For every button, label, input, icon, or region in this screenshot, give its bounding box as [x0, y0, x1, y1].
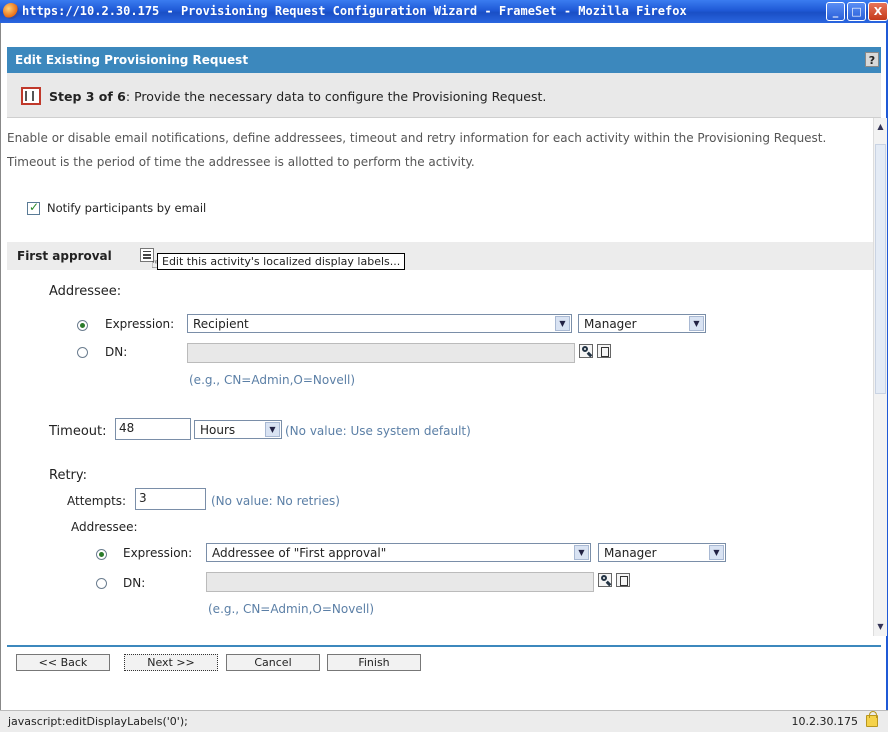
step-description: Step 3 of 6: Provide the necessary data … — [49, 89, 546, 104]
retry-expression-select[interactable]: Addressee of "First approval" ▼ — [206, 543, 591, 562]
lock-icon[interactable] — [866, 711, 878, 727]
footer-divider — [7, 645, 881, 647]
status-host: 10.2.30.175 — [791, 715, 858, 728]
retry-dn-label: DN: — [123, 576, 146, 590]
addressee-label: Addressee: — [49, 284, 122, 299]
chevron-down-icon: ▼ — [689, 316, 704, 331]
notify-checkbox[interactable] — [27, 200, 40, 215]
step-bar: Step 3 of 6: Provide the necessary data … — [7, 73, 881, 118]
description-text: Enable or disable email notifications, d… — [7, 131, 827, 169]
status-text: javascript:editDisplayLabels('0'); — [8, 715, 188, 728]
attempts-label: Attempts: — [67, 494, 127, 508]
expression-type-value: Manager — [584, 317, 637, 331]
page-title: Edit Existing Provisioning Request — [15, 53, 249, 67]
attempts-input[interactable]: 3 — [135, 488, 206, 510]
retry-expression-radio[interactable] — [96, 549, 107, 560]
activity-section-header: First approval ☝ — [7, 242, 873, 272]
back-button[interactable]: << Back — [16, 654, 110, 671]
help-button[interactable]: ? — [865, 52, 879, 67]
scroll-down-icon[interactable]: ▼ — [874, 620, 887, 634]
retry-dn-hint: (e.g., CN=Admin,O=Novell) — [208, 602, 375, 616]
content-area: Enable or disable email notifications, d… — [7, 118, 873, 634]
history-icon[interactable] — [597, 344, 611, 358]
chevron-down-icon: ▼ — [555, 316, 570, 331]
vertical-scrollbar[interactable]: ▲ ▼ — [873, 118, 887, 636]
history-icon[interactable] — [616, 573, 630, 587]
wizard-step-icon — [21, 87, 41, 105]
finish-button[interactable]: Finish — [327, 654, 421, 671]
page-header: Edit Existing Provisioning Request ? — [7, 47, 881, 73]
attempts-hint: (No value: No retries) — [211, 494, 340, 508]
timeout-unit-value: Hours — [200, 423, 236, 437]
minimize-button[interactable]: _ — [826, 2, 845, 21]
retry-expression-type-value: Manager — [604, 546, 657, 560]
timeout-input[interactable]: 48 — [115, 418, 191, 440]
timeout-label: Timeout: — [49, 424, 107, 439]
tooltip: Edit this activity's localized display l… — [157, 253, 406, 270]
retry-addressee-label: Addressee: — [71, 520, 138, 534]
expression-label: Expression: — [105, 317, 175, 331]
scroll-up-icon[interactable]: ▲ — [874, 120, 887, 134]
retry-label: Retry: — [49, 468, 88, 483]
dn-radio[interactable] — [77, 347, 88, 358]
dn-input[interactable] — [187, 343, 575, 363]
maximize-button[interactable]: □ — [847, 2, 866, 21]
retry-expression-type-select[interactable]: Manager ▼ — [598, 543, 726, 562]
window-title-bar[interactable]: https://10.2.30.175 - Provisioning Reque… — [0, 0, 888, 23]
scrollbar-thumb[interactable] — [875, 144, 886, 394]
expression-value: Recipient — [193, 317, 249, 331]
firefox-logo-icon — [3, 3, 19, 19]
activity-title: First approval — [17, 249, 112, 263]
next-button[interactable]: Next >> — [124, 654, 218, 671]
status-bar: javascript:editDisplayLabels('0'); 10.2.… — [0, 710, 888, 732]
dn-hint: (e.g., CN=Admin,O=Novell) — [189, 373, 356, 387]
notify-label: Notify participants by email — [47, 201, 207, 215]
search-icon[interactable] — [579, 344, 593, 358]
expression-radio[interactable] — [77, 320, 88, 331]
expression-type-select[interactable]: Manager ▼ — [578, 314, 706, 333]
retry-dn-input[interactable] — [206, 572, 594, 592]
chevron-down-icon: ▼ — [709, 545, 724, 560]
dn-label: DN: — [105, 345, 128, 359]
chevron-down-icon: ▼ — [265, 422, 280, 437]
retry-expression-label: Expression: — [123, 546, 193, 560]
window-title: https://10.2.30.175 - Provisioning Reque… — [22, 4, 687, 18]
step-label: Step 3 of 6 — [49, 89, 126, 104]
expression-select[interactable]: Recipient ▼ — [187, 314, 572, 333]
close-button[interactable]: X — [868, 2, 888, 21]
timeout-hint: (No value: Use system default) — [285, 424, 471, 438]
retry-expression-value: Addressee of "First approval" — [212, 546, 387, 560]
search-icon[interactable] — [598, 573, 612, 587]
retry-dn-radio[interactable] — [96, 578, 107, 589]
timeout-unit-select[interactable]: Hours ▼ — [194, 420, 282, 439]
step-text: : Provide the necessary data to configur… — [125, 89, 547, 104]
chevron-down-icon: ▼ — [574, 545, 589, 560]
cancel-button[interactable]: Cancel — [226, 654, 320, 671]
